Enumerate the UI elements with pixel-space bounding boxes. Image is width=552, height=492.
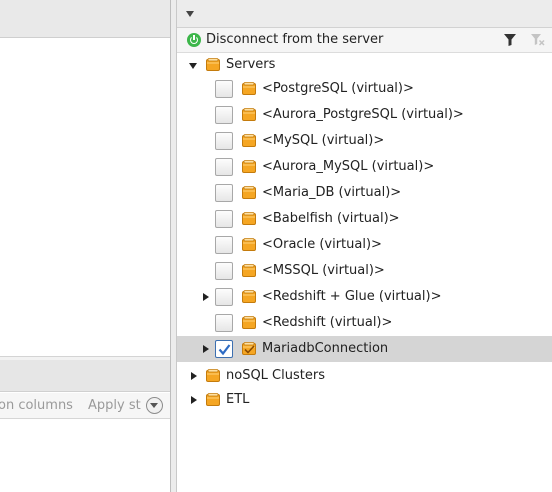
left-panel-header [0,360,170,392]
tree-item-server[interactable]: <Oracle (virtual)> [177,232,552,258]
checkbox[interactable] [215,314,233,332]
left-top-toolbar [0,0,170,38]
checkbox[interactable] [215,184,233,202]
apply-option-label[interactable]: Apply st [88,398,141,413]
tree-item-server[interactable]: <MySQL (virtual)> [177,128,552,154]
chevron-down-icon[interactable] [146,397,163,414]
database-icon [242,134,256,147]
checkmark-icon [218,344,231,356]
tree-item-server[interactable]: <MSSQL (virtual)> [177,258,552,284]
database-icon [242,82,256,95]
left-options-toolbar: on columns Apply st [0,393,170,419]
disconnect-button[interactable]: Disconnect from the server [206,32,383,47]
tree-item-label: ETL [226,392,250,407]
tree-item-server[interactable]: <Aurora_MySQL (virtual)> [177,154,552,180]
tree-item-label: <Babelfish (virtual)> [262,211,400,226]
checkbox[interactable] [215,80,233,98]
tree-item-label: <Maria_DB (virtual)> [262,185,402,200]
checkbox[interactable] [215,106,233,124]
tree-item-server[interactable]: <PostgreSQL (virtual)> [177,76,552,102]
clear-filter-icon[interactable] [531,34,545,46]
columns-option-label[interactable]: on columns [0,398,73,413]
tree-item-label: <Oracle (virtual)> [262,237,382,252]
tree-item-label: <Aurora_MySQL (virtual)> [262,159,435,174]
database-icon [206,369,220,382]
tree-item-label: <MySQL (virtual)> [262,133,385,148]
chevron-right-icon[interactable] [189,396,199,406]
database-icon [242,212,256,225]
tree-item-label: noSQL Clusters [226,368,325,383]
explorer-header [177,0,552,28]
tree-item-label: MariadbConnection [262,341,389,356]
checkbox[interactable] [215,158,233,176]
tree-item-server[interactable]: MariadbConnection [177,336,552,362]
database-icon [242,290,256,303]
database-icon [242,186,256,199]
tree-item-server[interactable]: <Babelfish (virtual)> [177,206,552,232]
checkbox[interactable] [215,262,233,280]
tree-item-server[interactable]: <Redshift + Glue (virtual)> [177,284,552,310]
checkbox-checked[interactable] [215,340,233,358]
tree-item-label: <Aurora_PostgreSQL (virtual)> [262,107,464,122]
tree-item-server[interactable]: <Maria_DB (virtual)> [177,180,552,206]
tree-node-servers[interactable]: Servers [177,52,552,78]
checkbox[interactable] [215,288,233,306]
tree-item-label: <Redshift (virtual)> [262,315,393,330]
checkbox[interactable] [215,236,233,254]
database-icon [206,393,220,406]
server-explorer-pane: Disconnect from the server Servers <Postg… [177,0,552,492]
checkbox[interactable] [215,132,233,150]
vertical-splitter[interactable] [170,0,177,492]
tree-item-label: <PostgreSQL (virtual)> [262,81,414,96]
collapse-panel-icon[interactable] [186,11,194,17]
database-icon [242,108,256,121]
chevron-right-icon[interactable] [189,372,199,382]
checkbox[interactable] [215,210,233,228]
tree-item-server[interactable]: <Redshift (virtual)> [177,310,552,336]
explorer-action-bar: Disconnect from the server [177,28,552,53]
tree-item-label: <Redshift + Glue (virtual)> [262,289,442,304]
power-icon[interactable] [187,33,201,47]
database-icon [242,238,256,251]
database-icon [242,160,256,173]
tree-item-label: <MSSQL (virtual)> [262,263,385,278]
filter-icon[interactable] [504,34,516,46]
chevron-right-icon[interactable] [201,293,211,303]
chevron-down-icon[interactable] [189,61,199,71]
left-pane: on columns Apply st [0,0,170,492]
database-icon [242,264,256,277]
database-icon [242,342,256,355]
chevron-right-icon[interactable] [201,345,211,355]
tree-item-server[interactable]: <Aurora_PostgreSQL (virtual)> [177,102,552,128]
tree-item-label: Servers [226,57,276,72]
tree-node-nosql-clusters[interactable]: noSQL Clusters [177,363,552,389]
database-icon [206,58,220,71]
tree-node-etl[interactable]: ETL [177,387,552,413]
database-icon [242,316,256,329]
